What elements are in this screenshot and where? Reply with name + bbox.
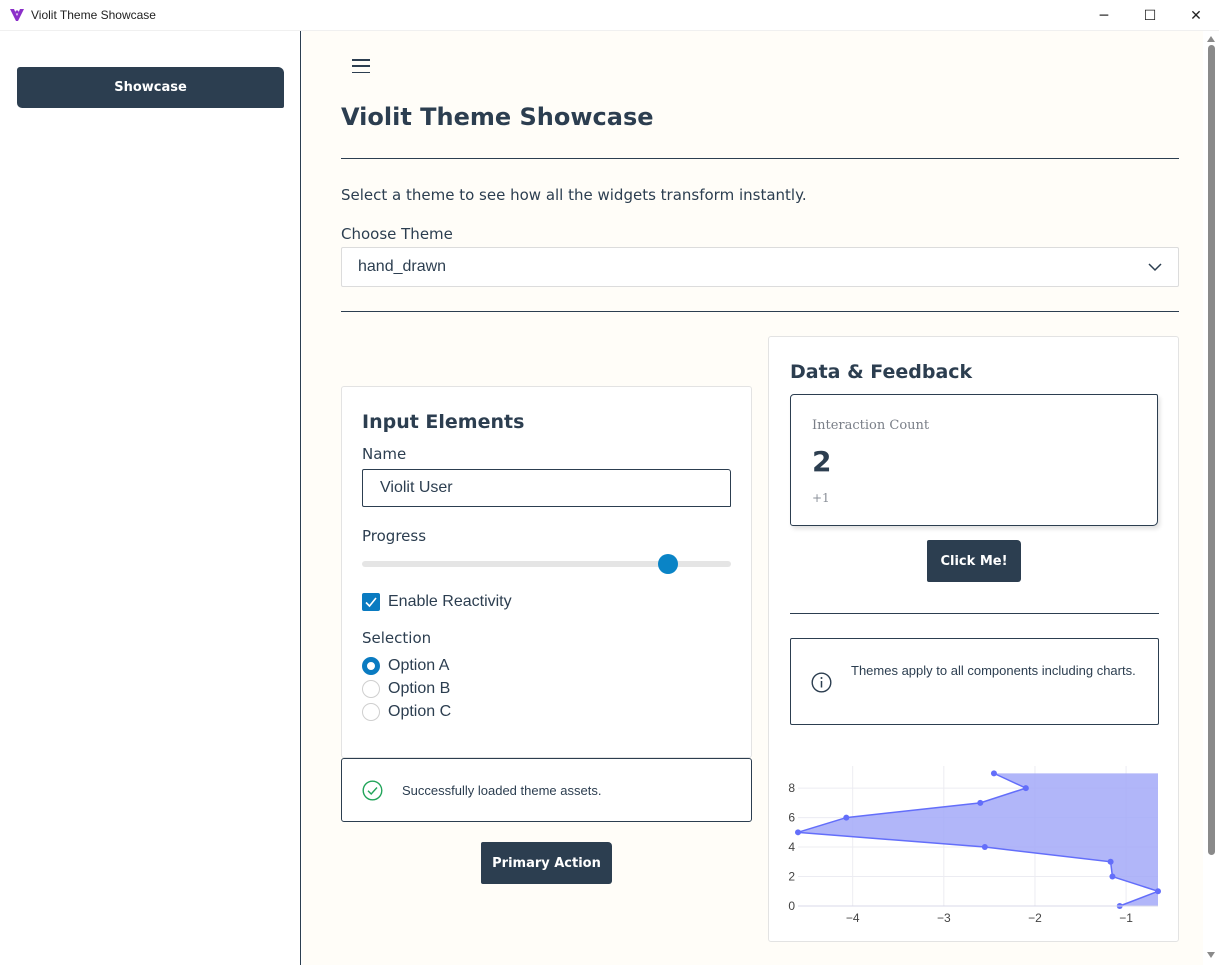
page-title: Violit Theme Showcase — [341, 103, 654, 131]
x-tick-label: −2 — [1028, 911, 1042, 925]
info-alert: Themes apply to all components including… — [790, 638, 1159, 725]
metric-delta: +1 — [812, 491, 830, 505]
divider — [341, 311, 1179, 312]
metric-value: 2 — [812, 445, 832, 478]
x-tick-label: −4 — [846, 911, 860, 925]
metric-label: Interaction Count — [812, 418, 930, 433]
area-chart[interactable]: 0 2 4 6 8 −4 −3 −2 −1 — [769, 762, 1178, 932]
sidebar-item-showcase[interactable]: Showcase — [17, 67, 284, 108]
success-alert-text: Successfully loaded theme assets. — [402, 783, 602, 798]
name-input-value: Violit User — [380, 479, 453, 496]
window-title: Violit Theme Showcase — [31, 8, 156, 22]
y-tick-label: 2 — [788, 870, 795, 884]
data-point — [1109, 873, 1116, 880]
y-tick-label: 4 — [788, 840, 795, 854]
radio-option-b[interactable] — [362, 680, 380, 698]
data-card-title: Data & Feedback — [790, 361, 973, 383]
main-content: Violit Theme Showcase Select a theme to … — [302, 31, 1203, 965]
data-point — [1155, 888, 1161, 895]
chevron-down-icon — [1148, 263, 1162, 272]
maximize-icon: ☐ — [1143, 7, 1157, 24]
data-feedback-card: Data & Feedback Interaction Count 2 +1 C… — [768, 336, 1179, 942]
primary-action-button[interactable]: Primary Action — [481, 842, 612, 884]
scrollbar[interactable] — [1204, 31, 1219, 965]
theme-select[interactable]: hand_drawn — [341, 247, 1179, 287]
info-alert-text: Themes apply to all components including… — [851, 663, 1136, 678]
data-point — [795, 829, 801, 836]
sidebar: Showcase — [0, 31, 301, 965]
checkmark-icon — [365, 597, 377, 608]
close-icon: ✕ — [1190, 7, 1202, 24]
y-tick-label: 6 — [788, 811, 795, 825]
click-me-button[interactable]: Click Me! — [927, 540, 1021, 582]
info-icon — [811, 672, 832, 693]
maximize-button[interactable]: ☐ — [1127, 0, 1173, 31]
area-fill — [798, 773, 1158, 906]
theme-select-label: Choose Theme — [341, 225, 453, 243]
success-alert: Successfully loaded theme assets. — [341, 758, 752, 822]
divider — [341, 158, 1179, 159]
data-point — [977, 799, 984, 806]
page-subtitle: Select a theme to see how all the widget… — [341, 186, 807, 204]
scroll-down-icon[interactable] — [1207, 952, 1215, 958]
input-elements-card: Input Elements Name Violit User Progress… — [341, 386, 752, 758]
enable-reactivity-label: Enable Reactivity — [388, 593, 512, 610]
scroll-up-icon[interactable] — [1207, 36, 1215, 42]
name-input[interactable]: Violit User — [362, 469, 731, 507]
x-tick-label: −3 — [937, 911, 951, 925]
enable-reactivity-checkbox[interactable] — [362, 593, 380, 611]
input-card-title: Input Elements — [362, 411, 525, 433]
y-tick-label: 0 — [788, 899, 795, 913]
x-tick-label: −1 — [1119, 911, 1133, 925]
scroll-thumb[interactable] — [1208, 45, 1215, 855]
radio-option-b-label: Option B — [388, 680, 451, 697]
radio-option-c-label: Option C — [388, 703, 452, 720]
y-tick-label: 8 — [788, 781, 795, 795]
data-point — [990, 770, 997, 777]
progress-label: Progress — [362, 527, 427, 545]
radio-option-c[interactable] — [362, 703, 380, 721]
name-label: Name — [362, 445, 407, 463]
interaction-metric: Interaction Count 2 +1 — [790, 394, 1158, 526]
data-point — [1022, 785, 1029, 792]
data-point — [981, 844, 988, 851]
theme-select-value: hand_drawn — [358, 258, 447, 275]
divider — [790, 613, 1159, 614]
progress-slider[interactable] — [362, 554, 731, 574]
menu-icon[interactable] — [352, 59, 370, 75]
violit-logo-icon — [10, 9, 24, 21]
data-point — [843, 814, 850, 821]
selection-label: Selection — [362, 629, 432, 647]
minimize-icon: ─ — [1099, 7, 1109, 24]
radio-option-a[interactable] — [362, 657, 380, 675]
check-circle-icon — [362, 780, 383, 801]
window-titlebar: Violit Theme Showcase ─ ☐ ✕ — [0, 0, 1219, 31]
slider-thumb[interactable] — [658, 554, 679, 574]
data-point — [1107, 858, 1114, 865]
minimize-button[interactable]: ─ — [1081, 0, 1127, 31]
close-button[interactable]: ✕ — [1173, 0, 1219, 31]
radio-option-a-label: Option A — [388, 657, 450, 674]
